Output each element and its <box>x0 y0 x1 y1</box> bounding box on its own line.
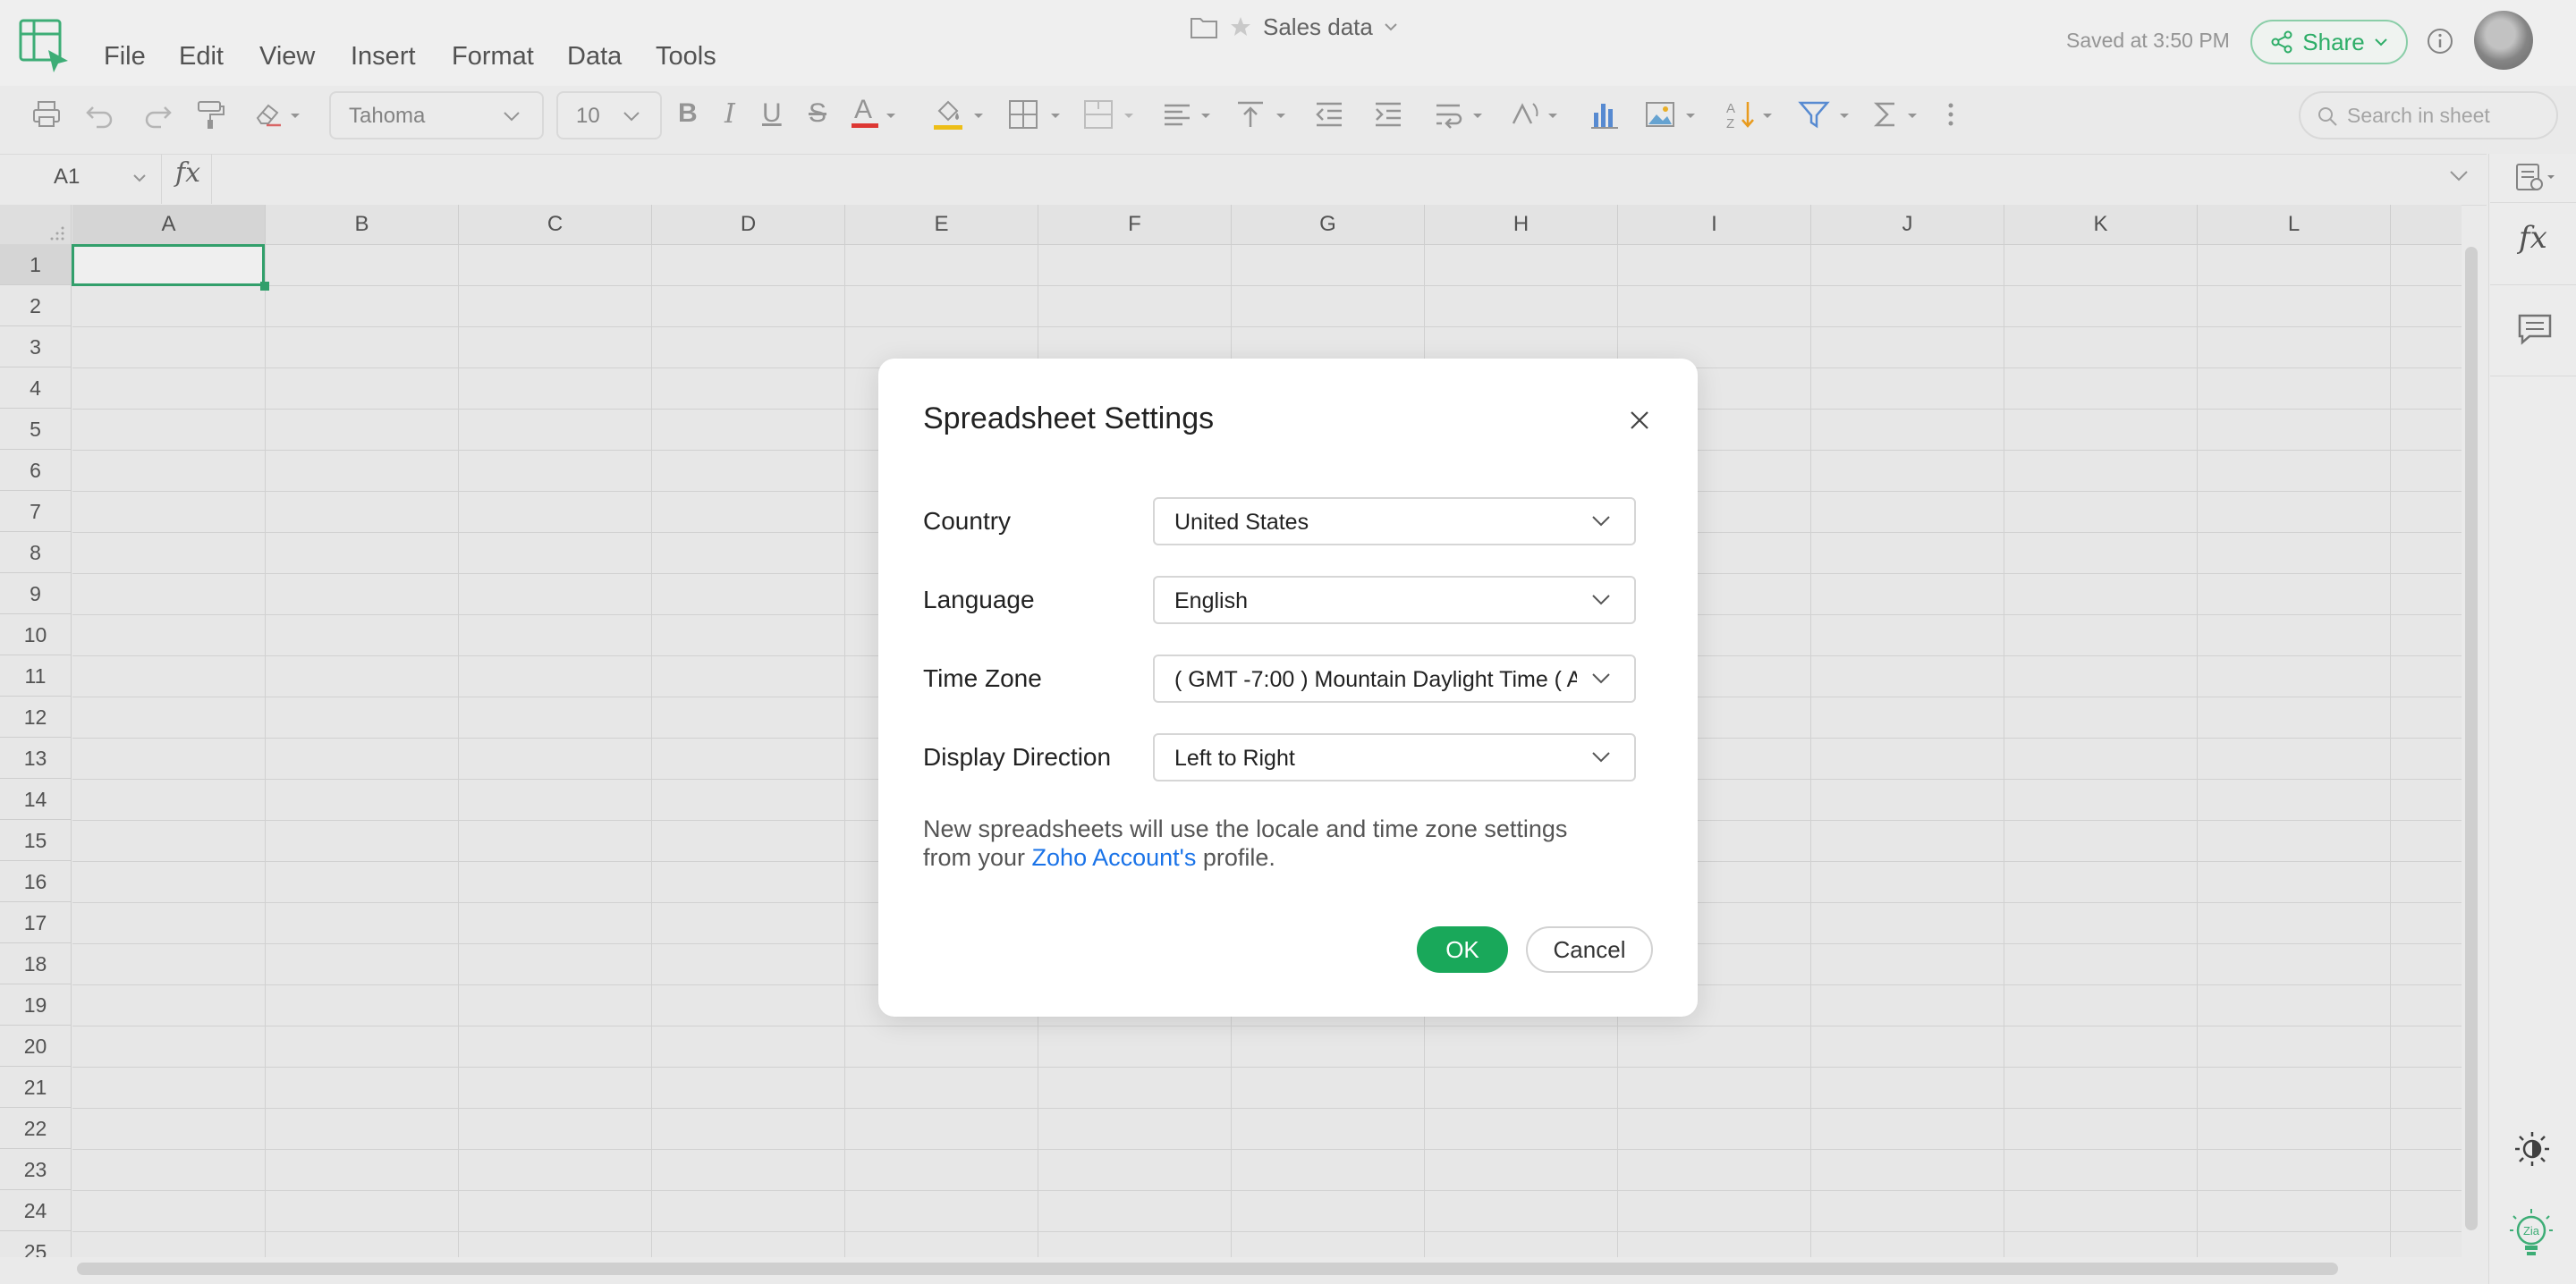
chevron-down-icon <box>1591 751 1611 764</box>
language-select[interactable]: English <box>1153 576 1636 624</box>
country-label: Country <box>923 507 1012 535</box>
note-text-end: profile. <box>1202 844 1275 871</box>
display-direction-select[interactable]: Left to Right <box>1153 733 1636 781</box>
chevron-down-icon <box>1591 515 1611 528</box>
chevron-down-icon <box>1591 672 1611 685</box>
time-zone-select[interactable]: ( GMT -7:00 ) Mountain Daylight Time ( A… <box>1153 655 1636 703</box>
language-value: English <box>1174 588 1248 613</box>
zoho-account-link[interactable]: Zoho Account's <box>1032 844 1197 871</box>
display-direction-label: Display Direction <box>923 743 1112 771</box>
country-value: United States <box>1174 510 1309 535</box>
dialog-title: Spreadsheet Settings <box>923 401 1215 435</box>
chevron-down-icon <box>1591 594 1611 606</box>
locale-note: New spreadsheets will use the locale and… <box>923 815 1621 872</box>
cancel-button[interactable]: Cancel <box>1526 926 1653 973</box>
time-zone-label: Time Zone <box>923 664 1042 692</box>
close-icon[interactable] <box>1628 409 1651 432</box>
country-select[interactable]: United States <box>1153 497 1636 545</box>
display-direction-value: Left to Right <box>1174 746 1295 771</box>
spreadsheet-settings-dialog: Spreadsheet Settings Country United Stat… <box>878 359 1698 1017</box>
ok-button[interactable]: OK <box>1417 926 1508 973</box>
language-label: Language <box>923 586 1035 613</box>
time-zone-value: ( GMT -7:00 ) Mountain Daylight Time ( A… <box>1174 667 1577 692</box>
